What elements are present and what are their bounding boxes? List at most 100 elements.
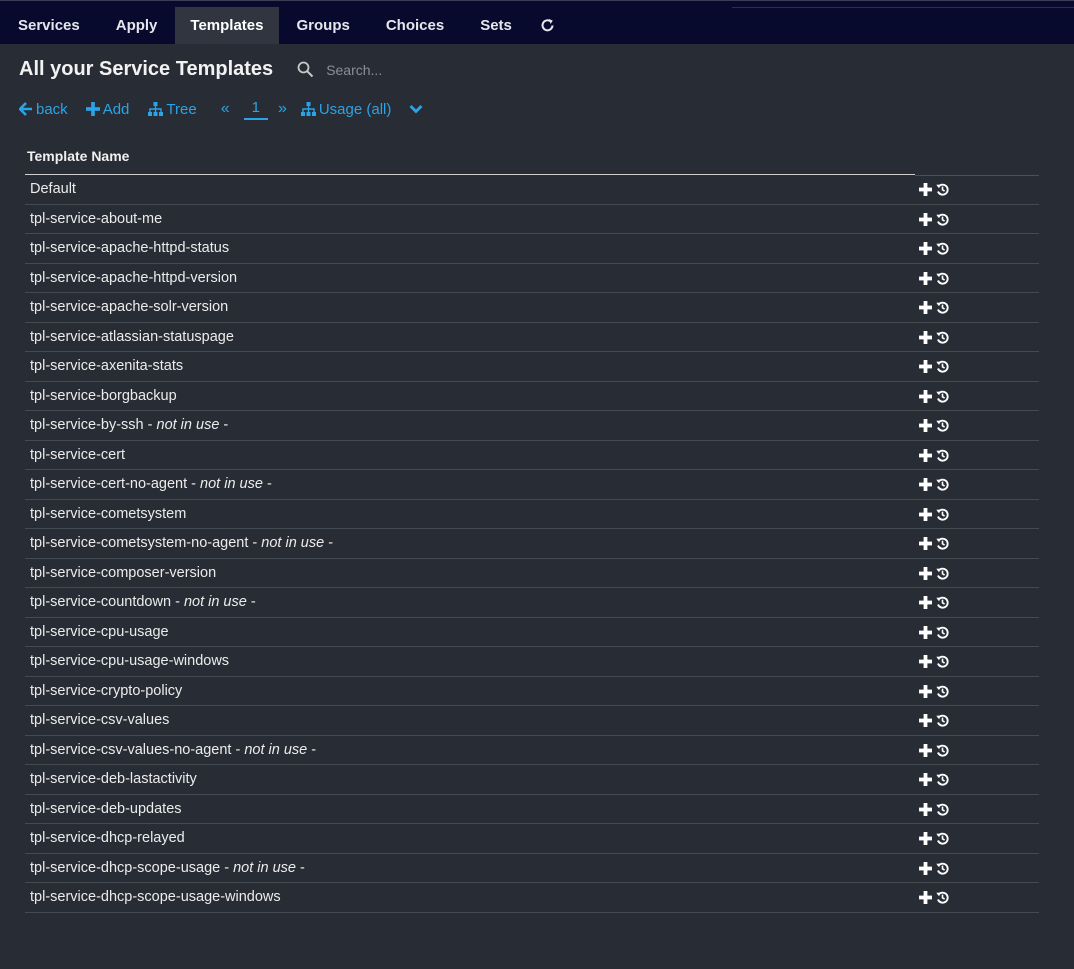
search-input[interactable] bbox=[324, 60, 609, 79]
plus-icon[interactable] bbox=[919, 891, 932, 904]
template-name-link[interactable]: tpl-service-about-me bbox=[30, 211, 162, 227]
previous-page-icon[interactable]: « bbox=[221, 100, 230, 118]
history-icon[interactable] bbox=[936, 862, 949, 875]
history-icon[interactable] bbox=[936, 242, 949, 255]
plus-icon[interactable] bbox=[919, 802, 932, 816]
template-name-link[interactable]: tpl-service-axenita-stats bbox=[30, 358, 183, 374]
template-name-link[interactable]: tpl-service-csv-values-no-agent - not in… bbox=[30, 742, 316, 758]
history-icon[interactable] bbox=[936, 390, 949, 403]
plus-icon[interactable] bbox=[919, 714, 932, 727]
plus-icon[interactable] bbox=[919, 330, 932, 344]
plus-icon[interactable] bbox=[919, 832, 932, 845]
plus-icon[interactable] bbox=[919, 419, 932, 432]
history-icon[interactable] bbox=[936, 508, 949, 521]
add-button[interactable]: Add bbox=[85, 101, 129, 118]
template-name-link[interactable]: tpl-service-cometsystem bbox=[30, 506, 186, 522]
plus-icon[interactable] bbox=[919, 183, 932, 196]
template-name: tpl-service-atlassian-statuspage bbox=[30, 328, 234, 345]
usage-filter-button[interactable]: Usage (all) bbox=[300, 101, 391, 118]
history-icon[interactable] bbox=[936, 567, 949, 580]
template-name-link[interactable]: tpl-service-apache-httpd-status bbox=[30, 240, 229, 256]
back-button[interactable]: back bbox=[19, 101, 68, 118]
template-name-link[interactable]: tpl-service-dhcp-relayed bbox=[30, 830, 185, 846]
tree-button[interactable]: Tree bbox=[148, 101, 197, 118]
plus-icon[interactable] bbox=[919, 684, 932, 698]
template-name-link[interactable]: tpl-service-cometsystem-no-agent - not i… bbox=[30, 535, 333, 551]
plus-icon[interactable] bbox=[919, 212, 932, 226]
template-name-link[interactable]: tpl-service-deb-lastactivity bbox=[30, 771, 197, 787]
template-name-link[interactable]: tpl-service-cpu-usage bbox=[30, 624, 169, 640]
history-icon[interactable] bbox=[936, 685, 949, 698]
table-row: tpl-service-cpu-usage bbox=[25, 618, 1039, 647]
history-icon[interactable] bbox=[936, 655, 949, 668]
template-name: tpl-service-cometsystem-no-agent bbox=[30, 535, 249, 551]
history-icon[interactable] bbox=[936, 360, 949, 373]
history-icon[interactable] bbox=[936, 478, 949, 491]
page-number[interactable]: 1 bbox=[243, 99, 268, 120]
tab-apply[interactable]: Apply bbox=[98, 7, 176, 44]
plus-icon[interactable] bbox=[919, 360, 932, 373]
refresh-icon[interactable] bbox=[530, 7, 566, 44]
history-icon[interactable] bbox=[936, 773, 949, 786]
history-icon[interactable] bbox=[936, 596, 949, 609]
template-name-link[interactable]: tpl-service-csv-values bbox=[30, 712, 169, 728]
history-icon[interactable] bbox=[936, 626, 949, 639]
history-icon[interactable] bbox=[936, 803, 949, 816]
plus-icon[interactable] bbox=[919, 625, 932, 639]
template-name-link[interactable]: tpl-service-cert-no-agent - not in use - bbox=[30, 476, 272, 492]
plus-icon[interactable] bbox=[919, 743, 932, 757]
plus-icon[interactable] bbox=[919, 566, 932, 580]
tab-sets[interactable]: Sets bbox=[462, 7, 530, 44]
template-name-link[interactable]: tpl-service-apache-httpd-version bbox=[30, 270, 237, 286]
next-page-icon[interactable]: » bbox=[278, 100, 287, 118]
template-name-link[interactable]: tpl-service-apache-solr-version bbox=[30, 299, 228, 315]
plus-icon[interactable] bbox=[919, 242, 932, 255]
history-icon[interactable] bbox=[936, 183, 949, 196]
plus-icon[interactable] bbox=[919, 655, 932, 668]
history-icon[interactable] bbox=[936, 449, 949, 462]
template-name-link[interactable]: tpl-service-deb-updates bbox=[30, 801, 182, 817]
history-icon[interactable] bbox=[936, 419, 949, 432]
template-name-link[interactable]: tpl-service-cpu-usage-windows bbox=[30, 653, 229, 669]
plus-icon[interactable] bbox=[919, 389, 932, 403]
template-name-link[interactable]: tpl-service-borgbackup bbox=[30, 388, 177, 404]
history-icon[interactable] bbox=[936, 331, 949, 344]
template-name-link[interactable]: tpl-service-composer-version bbox=[30, 565, 216, 581]
template-name-link[interactable]: tpl-service-crypto-policy bbox=[30, 683, 182, 699]
template-name: tpl-service-countdown bbox=[30, 594, 172, 610]
template-name-link[interactable]: tpl-service-atlassian-statuspage bbox=[30, 329, 234, 345]
table-row: tpl-service-atlassian-statuspage bbox=[25, 323, 1039, 352]
history-icon[interactable] bbox=[936, 537, 949, 550]
plus-icon[interactable] bbox=[919, 478, 932, 491]
plus-icon[interactable] bbox=[919, 271, 932, 285]
template-name-link[interactable]: tpl-service-countdown - not in use - bbox=[30, 594, 256, 610]
tab-groups[interactable]: Groups bbox=[279, 7, 368, 44]
template-name-link[interactable]: tpl-service-dhcp-scope-usage - not in us… bbox=[30, 860, 305, 876]
tab-choices[interactable]: Choices bbox=[368, 7, 462, 44]
history-icon[interactable] bbox=[936, 744, 949, 757]
history-icon[interactable] bbox=[936, 301, 949, 314]
table-row: tpl-service-by-ssh - not in use - bbox=[25, 411, 1039, 441]
template-name-link[interactable]: tpl-service-cert bbox=[30, 447, 125, 463]
plus-icon[interactable] bbox=[919, 773, 932, 786]
table-row: tpl-service-cpu-usage-windows bbox=[25, 647, 1039, 677]
history-icon[interactable] bbox=[936, 714, 949, 727]
history-icon[interactable] bbox=[936, 272, 949, 285]
tab-templates[interactable]: Templates bbox=[175, 7, 279, 44]
more-actions-dropdown[interactable] bbox=[409, 101, 423, 118]
history-icon[interactable] bbox=[936, 891, 949, 904]
template-name-link[interactable]: tpl-service-dhcp-scope-usage-windows bbox=[30, 889, 281, 905]
plus-icon[interactable] bbox=[919, 861, 932, 875]
plus-icon[interactable] bbox=[919, 301, 932, 314]
row-actions bbox=[919, 242, 949, 255]
plus-icon[interactable] bbox=[919, 596, 932, 609]
tab-services[interactable]: Services bbox=[0, 7, 98, 44]
template-name-link[interactable]: tpl-service-by-ssh - not in use - bbox=[30, 417, 228, 433]
plus-icon[interactable] bbox=[919, 507, 932, 521]
history-icon[interactable] bbox=[936, 832, 949, 845]
search-box[interactable] bbox=[297, 60, 609, 79]
history-icon[interactable] bbox=[936, 213, 949, 226]
template-name-link[interactable]: Default bbox=[30, 181, 76, 197]
plus-icon[interactable] bbox=[919, 537, 932, 550]
plus-icon[interactable] bbox=[919, 448, 932, 462]
